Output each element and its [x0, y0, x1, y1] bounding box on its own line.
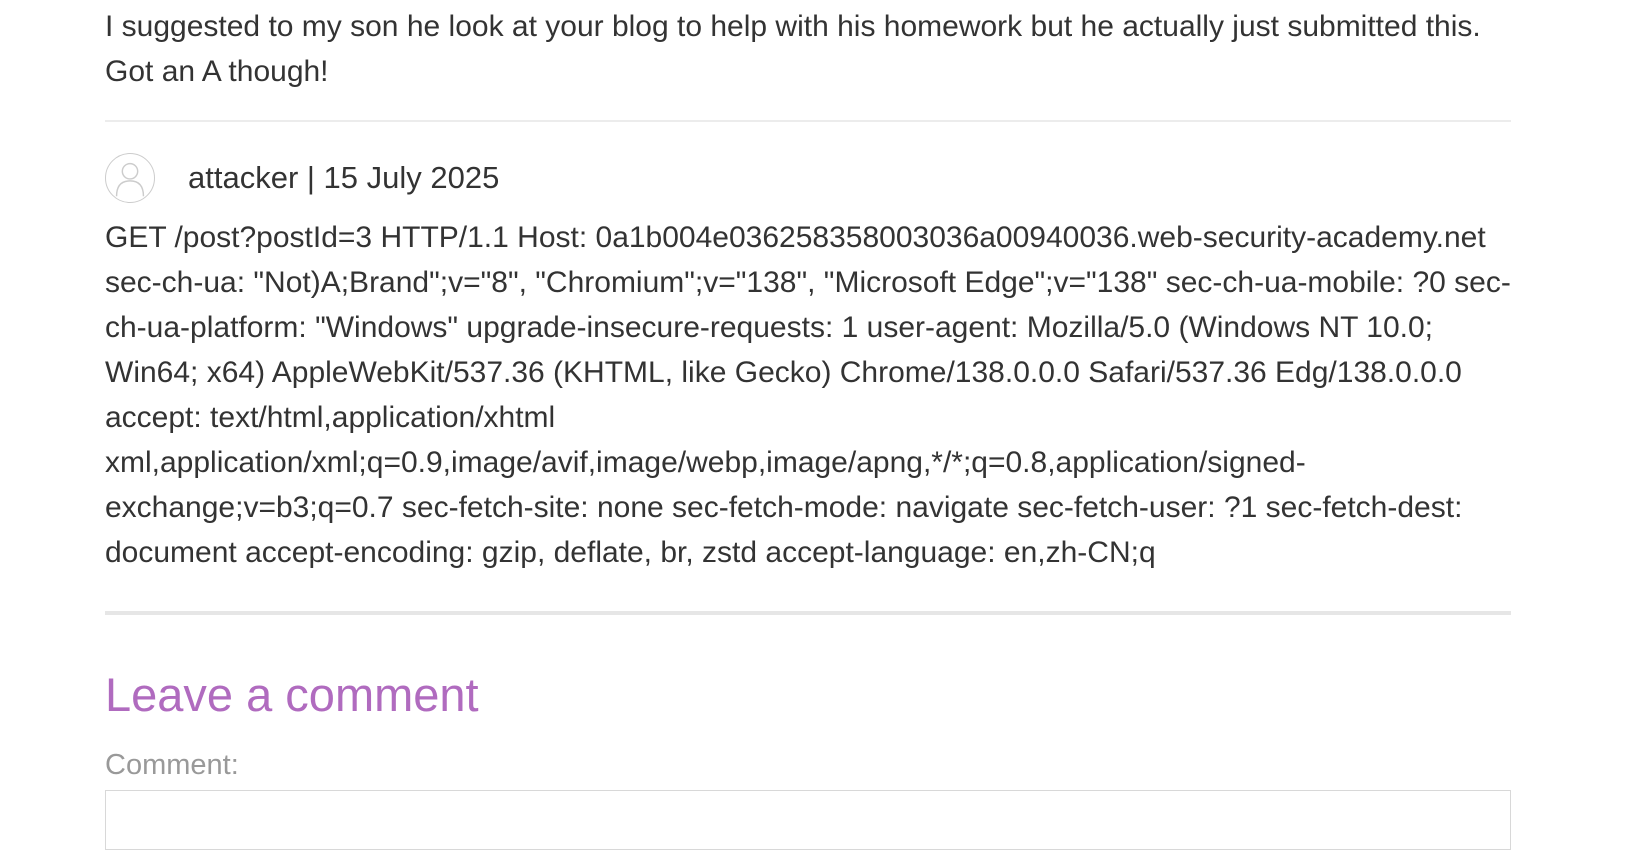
section-divider: [105, 611, 1511, 615]
comment-item: attacker | 15 July 2025 GET /post?postId…: [105, 122, 1511, 575]
user-avatar-icon: [105, 153, 155, 203]
comment-textarea[interactable]: [105, 790, 1511, 850]
previous-comment: I suggested to my son he look at your bl…: [105, 0, 1511, 122]
comment-author-date: attacker | 15 July 2025: [188, 160, 500, 195]
comment-field-label: Comment:: [105, 749, 239, 781]
avatar-silhouette-icon: [115, 162, 145, 197]
comment-header: attacker | 15 July 2025: [105, 151, 1511, 205]
comments-section: I suggested to my son he look at your bl…: [105, 0, 1511, 850]
comment-body: GET /post?postId=3 HTTP/1.1 Host: 0a1b00…: [105, 221, 1511, 569]
previous-comment-text: I suggested to my son he look at your bl…: [105, 10, 1481, 88]
leave-comment-title: Leave a comment: [105, 668, 479, 721]
